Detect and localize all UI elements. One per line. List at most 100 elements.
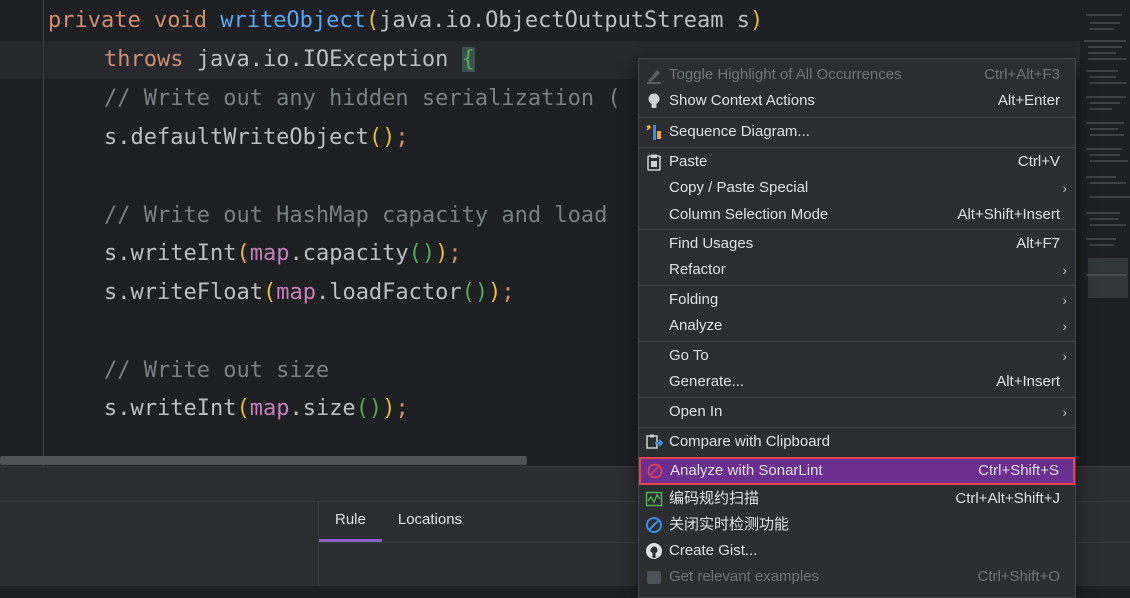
menu-item-show-context-actions[interactable]: Show Context Actions Alt+Enter — [639, 88, 1075, 114]
method-call: .loadFactor — [315, 280, 462, 305]
code-line-7[interactable]: s.writeInt(map.capacity()); — [48, 235, 462, 273]
keyword-throws: throws — [104, 47, 184, 72]
menu-item-find-usages[interactable]: Find Usages Alt+F7 — [639, 231, 1075, 257]
menu-item-get-relevant-examples[interactable]: Get relevant examples Ctrl+Shift+O — [639, 564, 1075, 590]
menu-separator — [639, 285, 1075, 286]
indent-guide — [43, 0, 44, 466]
menu-item-label: Column Selection Mode — [669, 206, 829, 223]
menu-item-code-scan[interactable]: 编码规约扫描 Ctrl+Alt+Shift+J — [639, 486, 1075, 512]
menu-item-label: Toggle Highlight of All Occurrences — [669, 66, 902, 83]
menu-item-label: Folding — [669, 291, 719, 308]
menu-item-label: Sequence Diagram... — [669, 123, 810, 140]
paren: () — [408, 241, 436, 266]
menu-item-label: Find Usages — [669, 235, 754, 252]
paren: () — [461, 280, 489, 305]
minimap-row — [1086, 274, 1126, 276]
menu-item-label: Get relevant examples — [669, 568, 820, 585]
minimap-row — [1090, 218, 1118, 220]
param-name: s — [723, 8, 751, 33]
minimap-row — [1088, 58, 1126, 60]
code-line-11[interactable]: s.writeInt(map.size()); — [48, 390, 409, 428]
chevron-right-icon: › — [1062, 292, 1067, 308]
lightbulb-icon — [645, 92, 663, 110]
menu-item-analyze-with-sonarlint[interactable]: Analyze with SonarLint Ctrl+Shift+S — [639, 457, 1075, 485]
code-line-2[interactable]: throws java.io.IOException { — [48, 41, 475, 79]
code-line-8[interactable]: s.writeFloat(map.loadFactor()); — [48, 274, 515, 312]
menu-item-label: Generate... — [669, 373, 745, 390]
examples-icon — [645, 568, 663, 586]
paren: ) — [435, 241, 449, 266]
code-line-1[interactable]: private void writeObject(java.io.ObjectO… — [48, 2, 763, 40]
menu-item-go-to[interactable]: Go To › — [639, 343, 1075, 369]
minimap-viewport[interactable] — [1088, 258, 1128, 298]
minimap-row — [1090, 108, 1112, 110]
sequence-diagram-icon — [645, 123, 663, 141]
menu-item-generate[interactable]: Generate... Alt+Insert — [639, 369, 1075, 395]
menu-separator — [639, 147, 1075, 148]
menu-item-refactor[interactable]: Refactor › — [639, 257, 1075, 283]
menu-item-folding[interactable]: Folding › — [639, 287, 1075, 313]
menu-item-shortcut: Alt+Shift+Insert — [957, 206, 1060, 223]
paren: ( — [236, 241, 250, 266]
method-call: s.writeFloat — [104, 280, 263, 305]
menu-item-label: 编码规约扫描 — [669, 490, 760, 507]
minimap-row — [1086, 96, 1126, 98]
clipboard-icon — [645, 153, 663, 171]
menu-item-toggle-highlight[interactable]: Toggle Highlight of All Occurrences Ctrl… — [639, 62, 1075, 88]
chevron-right-icon: › — [1062, 180, 1067, 196]
chevron-right-icon: › — [1062, 262, 1067, 278]
menu-item-sequence-diagram[interactable]: Sequence Diagram... — [639, 119, 1075, 145]
menu-item-open-in[interactable]: Open In › — [639, 399, 1075, 425]
code-line-6[interactable]: // Write out HashMap capacity and load — [48, 197, 607, 235]
code-line-10[interactable]: // Write out size — [48, 352, 329, 390]
keyword-private: private — [48, 8, 141, 33]
method-call: .capacity — [289, 241, 409, 266]
tool-window-tabs: Rule Locations — [319, 502, 478, 542]
keyword-void: void — [153, 8, 207, 33]
semicolon: ; — [395, 125, 409, 150]
stop-icon — [645, 516, 663, 534]
param-type: java.io.ObjectOutputStream — [379, 8, 724, 33]
scan-icon — [645, 490, 663, 508]
method-call: s.defaultWriteObject — [104, 125, 369, 150]
highlighter-icon — [645, 66, 663, 84]
code-line-4[interactable]: s.defaultWriteObject(); — [48, 119, 409, 157]
minimap-row — [1084, 40, 1126, 42]
method-call: .size — [289, 396, 356, 421]
code-line-3[interactable]: // Write out any hidden serialization ( — [48, 80, 621, 118]
minimap-row — [1090, 76, 1116, 78]
tab-locations[interactable]: Locations — [382, 502, 478, 542]
menu-separator — [639, 397, 1075, 398]
menu-item-column-selection-mode[interactable]: Column Selection Mode Alt+Shift+Insert — [639, 202, 1075, 228]
exception-type: java.io.IOException — [183, 47, 462, 72]
minimap-row — [1090, 102, 1120, 104]
menu-item-compare-with-clipboard[interactable]: Compare with Clipboard — [639, 429, 1075, 455]
minimap[interactable] — [1080, 0, 1130, 466]
minimap-row — [1090, 134, 1124, 136]
menu-item-label: 关闭实时检测功能 — [669, 516, 790, 533]
minimap-row — [1086, 14, 1122, 16]
minimap-row — [1090, 182, 1126, 184]
field-ref: map — [276, 280, 316, 305]
chevron-right-icon: › — [1062, 318, 1067, 334]
minimap-row — [1088, 46, 1122, 48]
menu-item-disable-realtime-check[interactable]: 关闭实时检测功能 — [639, 512, 1075, 538]
menu-item-label: Refactor — [669, 261, 726, 278]
paren: ) — [382, 396, 396, 421]
brace: { — [461, 47, 475, 72]
tab-rule[interactable]: Rule — [319, 502, 382, 542]
menu-item-analyze[interactable]: Analyze › — [639, 313, 1075, 339]
menu-item-paste[interactable]: Paste Ctrl+V — [639, 149, 1075, 175]
method-name: writeObject — [220, 8, 366, 33]
horizontal-scrollbar[interactable] — [0, 456, 527, 465]
semicolon: ; — [448, 241, 462, 266]
menu-item-copy-paste-special[interactable]: Copy / Paste Special › — [639, 175, 1075, 201]
semicolon: ; — [501, 280, 515, 305]
context-menu: Toggle Highlight of All Occurrences Ctrl… — [638, 58, 1076, 598]
menu-item-label: Open In — [669, 403, 723, 420]
menu-separator — [639, 229, 1075, 230]
method-call: s.writeInt — [104, 396, 237, 421]
menu-item-create-gist[interactable]: Create Gist... — [639, 538, 1075, 564]
menu-separator — [639, 341, 1075, 342]
paren: () — [368, 125, 396, 150]
